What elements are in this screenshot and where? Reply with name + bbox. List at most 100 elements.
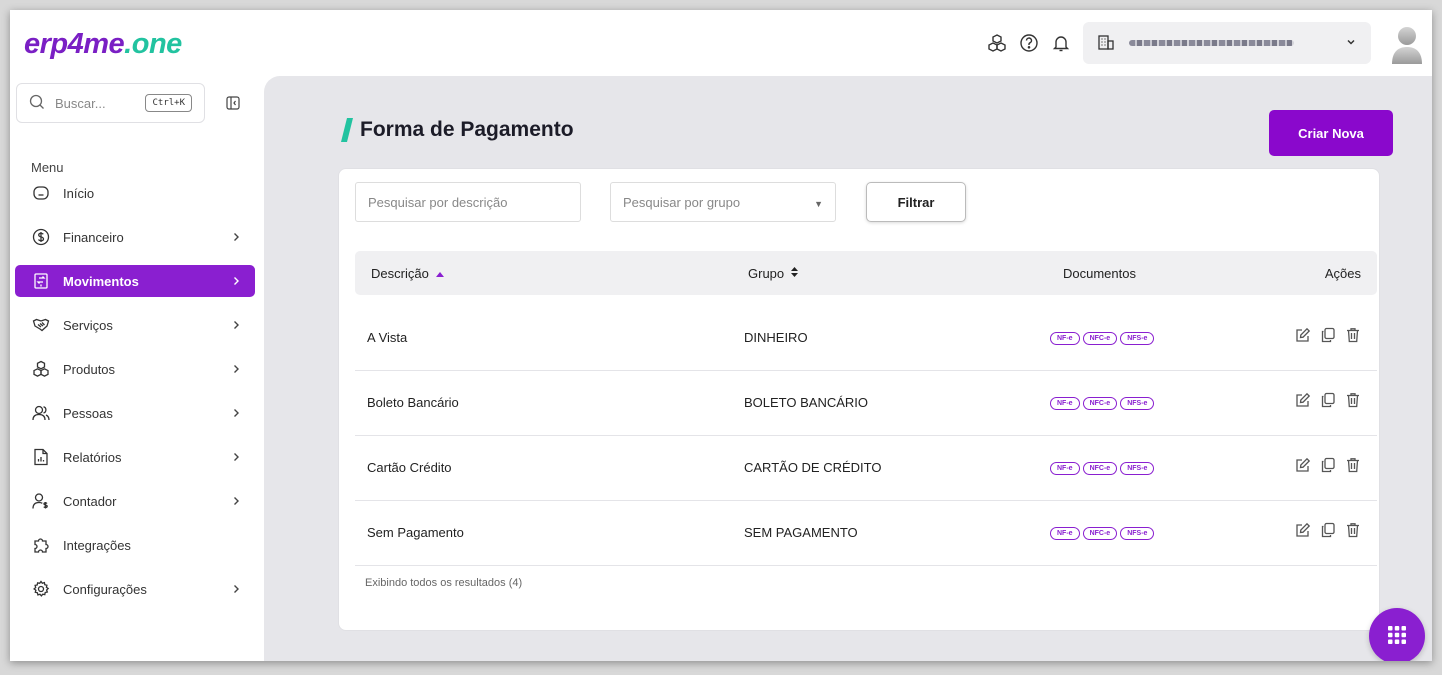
chevron-right-icon [229, 494, 243, 508]
column-header-documents: Documentos [1063, 265, 1136, 281]
avatar[interactable] [1390, 22, 1424, 64]
copy-icon[interactable] [1319, 326, 1336, 343]
doc-badge: NFS-e [1120, 527, 1155, 540]
table-body: A Vista DINHEIRO NF-e NFC-e NFS-e Boleto… [355, 306, 1377, 566]
users-icon [31, 403, 51, 423]
chevron-right-icon [229, 362, 243, 376]
sort-icon [790, 266, 799, 281]
sort-asc-icon [435, 266, 445, 281]
trash-icon[interactable] [1344, 326, 1361, 343]
results-count: Exibindo todos os resultados (4) [365, 577, 523, 589]
cell-description: Sem Pagamento [367, 525, 464, 540]
app-window: erp4me.one Buscar... Ctrl+K Menu Início … [10, 10, 1432, 661]
group-search-select[interactable]: Pesquisar por grupo ▼ [610, 182, 836, 222]
edit-icon[interactable] [1294, 456, 1311, 473]
table-header: Descrição Grupo Documentos Ações [355, 251, 1377, 295]
trash-icon[interactable] [1344, 521, 1361, 538]
cell-group: DINHEIRO [744, 330, 808, 345]
doc-badge: NFS-e [1120, 397, 1155, 410]
cell-actions [1294, 521, 1361, 538]
chevron-right-icon [229, 450, 243, 464]
doc-badge: NFS-e [1120, 462, 1155, 475]
doc-badge: NF-e [1050, 397, 1080, 410]
sidebar-item-relatorios[interactable]: Relatórios [15, 441, 255, 473]
cell-group: BOLETO BANCÁRIO [744, 395, 869, 410]
sidebar-item-configuracoes[interactable]: Configurações [15, 573, 255, 605]
boxes-icon [31, 359, 51, 379]
cell-description: A Vista [367, 330, 408, 345]
logo[interactable]: erp4me.one [24, 28, 182, 61]
sidebar-item-pessoas[interactable]: Pessoas [15, 397, 255, 429]
chevron-right-icon [229, 582, 243, 596]
column-header-description[interactable]: Descrição [371, 266, 445, 281]
sidebar-item-inicio[interactable]: Início [15, 177, 255, 209]
handshake-icon [31, 315, 51, 335]
help-icon[interactable] [1018, 32, 1040, 54]
modules-icon[interactable] [986, 32, 1008, 54]
sidebar-item-label: Início [63, 185, 95, 201]
create-new-button[interactable]: Criar Nova [1269, 110, 1393, 156]
search-placeholder: Buscar... [55, 95, 106, 111]
filter-button[interactable]: Filtrar [866, 182, 966, 222]
table-row: A Vista DINHEIRO NF-e NFC-e NFS-e [355, 306, 1377, 371]
sidebar: Buscar... Ctrl+K Menu Início Financeiro … [10, 76, 264, 661]
copy-icon[interactable] [1319, 456, 1336, 473]
sidebar-item-produtos[interactable]: Produtos [15, 353, 255, 385]
copy-icon[interactable] [1319, 521, 1336, 538]
cell-documents: NF-e NFC-e NFS-e [1050, 332, 1155, 345]
logo-text: erp4me [24, 28, 125, 60]
doc-badge: NFC-e [1082, 527, 1118, 540]
edit-icon[interactable] [1294, 391, 1311, 408]
sidebar-item-financeiro[interactable]: Financeiro [15, 221, 255, 253]
table-row: Sem Pagamento SEM PAGAMENTO NF-e NFC-e N… [355, 501, 1377, 566]
chevron-right-icon [229, 406, 243, 420]
group-select-placeholder: Pesquisar por grupo [623, 194, 741, 210]
building-icon [1097, 33, 1115, 54]
doc-badge: NF-e [1050, 332, 1080, 345]
sidebar-item-label: Movimentos [63, 273, 139, 289]
top-bar: erp4me.one [10, 10, 1432, 76]
cell-actions [1294, 326, 1361, 343]
sidebar-item-integracoes[interactable]: Integrações [15, 529, 255, 561]
description-search-input[interactable]: Pesquisar por descrição [355, 182, 581, 222]
sidebar-item-contador[interactable]: Contador [15, 485, 255, 517]
column-label: Grupo [748, 265, 785, 281]
bell-icon[interactable] [1050, 32, 1072, 54]
sidebar-item-label: Financeiro [63, 229, 124, 245]
sidebar-search[interactable]: Buscar... Ctrl+K [16, 83, 205, 123]
sidebar-nav: Início Financeiro Movimentos Serviços Pr… [15, 177, 255, 617]
sidebar-item-label: Pessoas [63, 405, 113, 421]
sidebar-item-label: Contador [63, 493, 117, 509]
cell-description: Boleto Bancário [367, 395, 459, 410]
doc-badge: NF-e [1050, 527, 1080, 540]
home-icon [31, 183, 51, 203]
sidebar-collapse-icon[interactable] [226, 96, 240, 113]
report-icon [31, 447, 51, 467]
edit-icon[interactable] [1294, 521, 1311, 538]
cell-group: SEM PAGAMENTO [744, 525, 858, 540]
edit-icon[interactable] [1294, 326, 1311, 343]
trash-icon[interactable] [1344, 456, 1361, 473]
logo-suffix: .one [124, 28, 182, 60]
doc-badge: NFC-e [1082, 332, 1118, 345]
apps-grid-button[interactable] [1369, 608, 1425, 661]
column-header-actions: Ações [1324, 265, 1361, 281]
sidebar-item-servicos[interactable]: Serviços [15, 309, 255, 341]
sidebar-item-label: Integrações [63, 537, 131, 553]
company-selector[interactable] [1083, 22, 1371, 64]
gear-icon [31, 579, 51, 599]
doc-badge: NFC-e [1082, 397, 1118, 410]
column-label: Descrição [371, 265, 429, 281]
cell-actions [1294, 391, 1361, 408]
column-header-group[interactable]: Grupo [748, 266, 799, 281]
cell-description: Cartão Crédito [367, 460, 452, 475]
dollar-icon [31, 227, 51, 247]
sidebar-item-label: Serviços [63, 317, 113, 333]
trash-icon[interactable] [1344, 391, 1361, 408]
doc-badge: NFS-e [1120, 332, 1155, 345]
sidebar-item-movimentos[interactable]: Movimentos [15, 265, 255, 297]
title-accent [341, 118, 353, 142]
copy-icon[interactable] [1319, 391, 1336, 408]
grid-icon [1387, 625, 1407, 648]
sidebar-item-label: Produtos [63, 361, 116, 377]
